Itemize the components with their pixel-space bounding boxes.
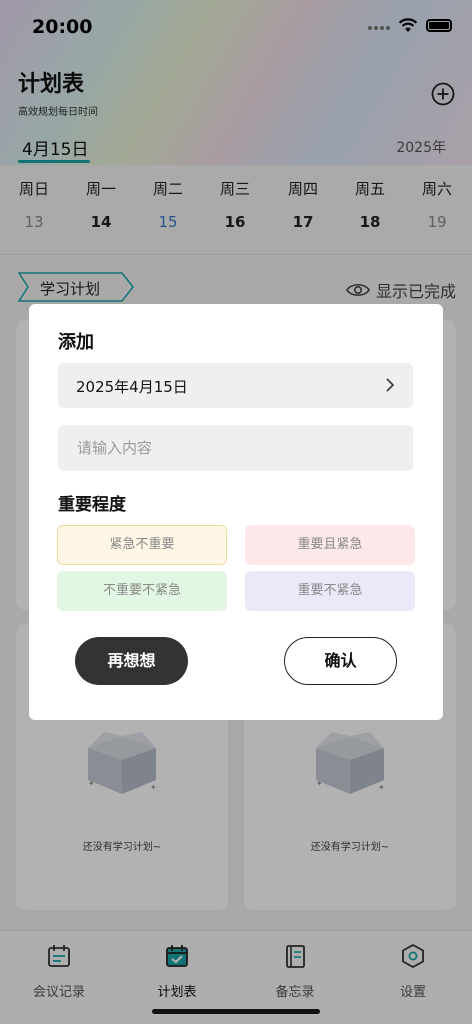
chevron-right-icon xyxy=(386,378,395,392)
confirm-button[interactable]: 确认 xyxy=(284,637,397,685)
content-input[interactable] xyxy=(58,425,413,471)
cancel-button[interactable]: 再想想 xyxy=(75,637,188,685)
priority-important-urgent[interactable]: 重要且紧急 xyxy=(245,525,415,565)
priority-urgent-not-important[interactable]: 紧急不重要 xyxy=(57,525,227,565)
date-value: 2025年4月15日 xyxy=(76,378,188,396)
home-indicator xyxy=(152,1009,320,1014)
dialog-title: 添加 xyxy=(58,332,94,353)
add-plan-dialog: 添加 2025年4月15日 重要程度 紧急不重要 重要且紧急 不重要不紧急 重要… xyxy=(29,304,443,720)
priority-important-not-urgent[interactable]: 重要不紧急 xyxy=(245,571,415,611)
priority-not-important-not-urgent[interactable]: 不重要不紧急 xyxy=(57,571,227,611)
priority-title: 重要程度 xyxy=(58,495,126,515)
screen: 20:00 计划表 高效规划每日时间 4月15日 2025年 周日 13 周一 xyxy=(0,0,472,1024)
date-picker-field[interactable]: 2025年4月15日 xyxy=(58,363,413,408)
